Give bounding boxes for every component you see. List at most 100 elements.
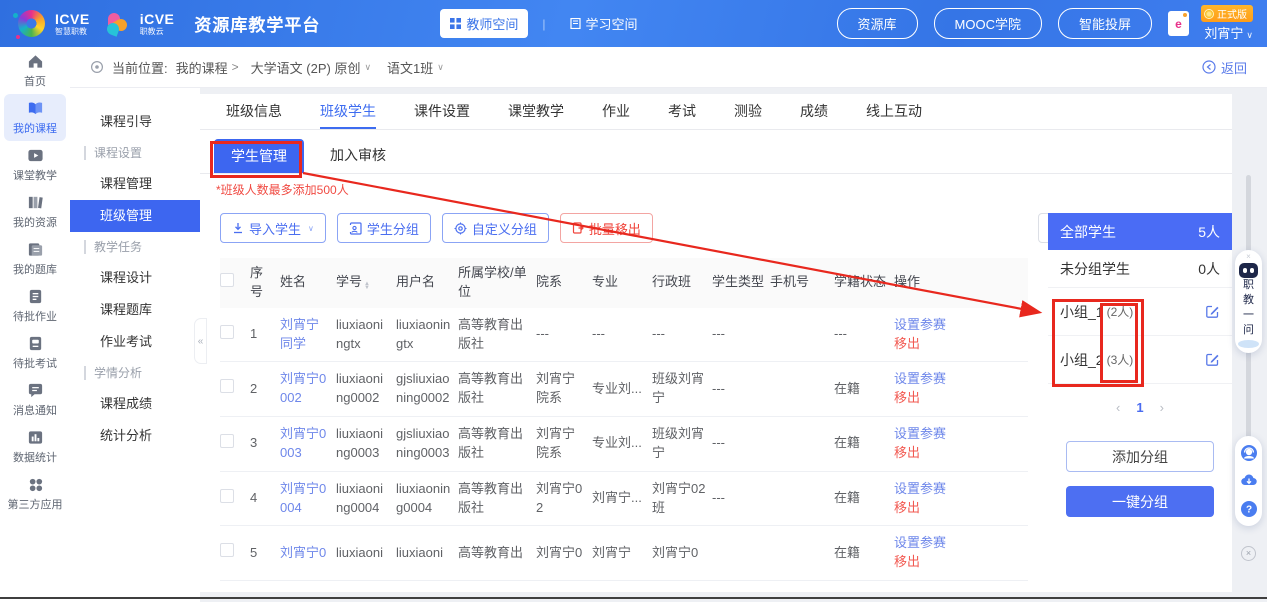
student-name-link[interactable]: 刘宵宁0003 (280, 417, 336, 471)
tab-quiz[interactable]: 测验 (734, 94, 762, 129)
subtab-join-audit[interactable]: 加入审核 (330, 145, 386, 173)
chevron-down-icon[interactable]: ∨ (437, 62, 444, 73)
set-contest-link[interactable]: 设置参赛 (894, 534, 952, 553)
menu-item-homework-exam[interactable]: 作业考试 (70, 326, 200, 358)
remove-link[interactable]: 移出 (894, 335, 952, 354)
remove-link[interactable]: 移出 (894, 553, 952, 572)
col-no: 序号 (250, 258, 280, 308)
mooc-college-button[interactable]: MOOC学院 (934, 8, 1042, 39)
sidebar-item-my-resources[interactable]: 我的资源 (4, 188, 66, 235)
group-row[interactable]: 小组_1 (2人) (1048, 288, 1232, 336)
tab-homework[interactable]: 作业 (602, 94, 630, 129)
row-checkbox[interactable] (220, 434, 234, 448)
subtab-student-manage[interactable]: 学生管理 (214, 139, 304, 173)
download-icon (232, 222, 244, 234)
assistant-widget[interactable]: × 职 教 一 问 (1235, 250, 1262, 353)
customer-support-icon[interactable] (1240, 444, 1258, 462)
table-row: 2 刘宵宁0002 liuxiaoning0002 gjsliuxiaoning… (220, 362, 1028, 417)
remove-link[interactable]: 移出 (894, 389, 952, 408)
row-checkbox[interactable] (220, 489, 234, 503)
library-icon (27, 194, 44, 211)
set-contest-link[interactable]: 设置参赛 (894, 316, 952, 335)
cloud-download-icon[interactable] (1240, 472, 1258, 490)
custom-grouping-button[interactable]: 自定义分组 (442, 213, 549, 243)
col-department: 院系 (536, 267, 592, 298)
remove-link[interactable]: 移出 (894, 499, 952, 518)
prev-page-button[interactable]: ‹ (1116, 400, 1120, 415)
col-student-id[interactable]: 学号▲▼ (336, 267, 396, 298)
row-checkbox[interactable] (220, 325, 234, 339)
sidebar-item-data-statistics[interactable]: 数据统计 (4, 423, 66, 470)
sidebar-item-pending-homework[interactable]: 待批作业 (4, 282, 66, 329)
breadcrumb-item-course[interactable]: 大学语文 (2P) 原创 (251, 58, 361, 77)
chevron-down-icon[interactable]: ∨ (364, 62, 371, 73)
sidebar-item-third-party-apps[interactable]: 第三方应用 (4, 470, 66, 517)
batch-remove-button[interactable]: 批量移出 (560, 213, 653, 243)
edit-group-icon[interactable] (1205, 352, 1220, 367)
student-grouping-button[interactable]: 学生分组 (337, 213, 431, 243)
set-contest-link[interactable]: 设置参赛 (894, 370, 952, 389)
auto-group-button[interactable]: 一键分组 (1066, 486, 1214, 517)
all-students-row[interactable]: 全部学生 5人 (1048, 213, 1232, 250)
tab-exam[interactable]: 考试 (668, 94, 696, 129)
tab-online-interaction[interactable]: 线上互动 (866, 94, 922, 129)
remove-link[interactable]: 移出 (894, 444, 952, 463)
sidebar-collapse-handle[interactable]: « (194, 318, 207, 364)
sidebar-item-pending-exams[interactable]: 待批考试 (4, 329, 66, 376)
learn-space-button[interactable]: 学习空间 (560, 9, 648, 38)
close-float-button[interactable]: × (1241, 546, 1256, 561)
help-icon[interactable]: ? (1240, 500, 1258, 518)
next-page-button[interactable]: › (1160, 400, 1164, 415)
student-name-link[interactable]: 刘宵宁0 (280, 536, 336, 571)
table-header-row: 序号 姓名 学号▲▼ 用户名 所属学校/单位 院系 专业 行政班 学生类型 手机… (220, 258, 1028, 308)
separator: | (542, 17, 545, 31)
import-students-button[interactable]: 导入学生 ∨ (220, 213, 326, 243)
page-number[interactable]: 1 (1136, 400, 1143, 415)
menu-item-class-manage[interactable]: 班级管理 (70, 200, 200, 232)
class-tabs: 班级信息 班级学生 课件设置 课堂教学 作业 考试 测验 成绩 线上互动 (200, 94, 1232, 130)
resource-lib-button[interactable]: 资源库 (837, 8, 918, 39)
add-group-button[interactable]: 添加分组 (1066, 441, 1214, 472)
tab-class-info[interactable]: 班级信息 (226, 94, 282, 129)
menu-item-course-manage[interactable]: 课程管理 (70, 168, 200, 200)
tab-courseware-settings[interactable]: 课件设置 (414, 94, 470, 129)
sidebar-item-home[interactable]: 首页 (4, 47, 66, 94)
breadcrumb-item-class[interactable]: 语文1班 (387, 58, 433, 77)
teacher-space-button[interactable]: 教师空间 (440, 9, 528, 38)
tab-class-students[interactable]: 班级学生 (320, 94, 376, 129)
menu-item-course-score[interactable]: 课程成绩 (70, 388, 200, 420)
sidebar-item-question-bank[interactable]: 我的题库 (4, 235, 66, 282)
student-name-link[interactable]: 刘宵宁同学 (280, 308, 336, 362)
sidebar-item-notifications[interactable]: 消息通知 (4, 376, 66, 423)
assistant-close-icon[interactable]: × (1246, 253, 1251, 261)
student-name-link[interactable]: 刘宵宁0004 (280, 472, 336, 526)
table-row: 5 刘宵宁0 liuxiaoni liuxiaoni 高等教育出 刘宵宁0 刘宵… (220, 526, 1028, 581)
sort-icon[interactable]: ▲▼ (364, 282, 370, 290)
row-checkbox[interactable] (220, 379, 234, 393)
select-all-checkbox[interactable] (220, 273, 234, 287)
student-name-link[interactable]: 刘宵宁0002 (280, 362, 336, 416)
smart-cast-button[interactable]: 智能投屏 (1058, 8, 1152, 39)
sidebar-item-classroom-teaching[interactable]: 课堂教学 (4, 141, 66, 188)
tab-grades[interactable]: 成绩 (800, 94, 828, 129)
open-book-icon (27, 100, 44, 117)
menu-item-statistics[interactable]: 统计分析 (70, 420, 200, 452)
menu-item-course-bank[interactable]: 课程题库 (70, 294, 200, 326)
tab-classroom-teaching[interactable]: 课堂教学 (508, 94, 564, 129)
sidebar-item-my-courses[interactable]: 我的课程 (4, 94, 66, 141)
back-button[interactable]: 返回 (1202, 58, 1247, 77)
group-row[interactable]: 小组_2 (3人) (1048, 336, 1232, 384)
user-menu[interactable]: 刘宵宁∨ (1204, 23, 1253, 42)
cloud-icon (1238, 340, 1259, 348)
set-contest-link[interactable]: 设置参赛 (894, 480, 952, 499)
breadcrumb-location-label: 当前位置: (112, 58, 168, 77)
ungrouped-students-row[interactable]: 未分组学生 0人 (1048, 250, 1232, 288)
row-checkbox[interactable] (220, 543, 234, 557)
set-contest-link[interactable]: 设置参赛 (894, 425, 952, 444)
icve-doc-icon[interactable]: e (1168, 11, 1189, 36)
breadcrumb-item-my-courses[interactable]: 我的课程 (176, 58, 228, 77)
edit-group-icon[interactable] (1205, 304, 1220, 319)
menu-item-course-design[interactable]: 课程设计 (70, 262, 200, 294)
app-header: ICVE智慧职教 iCVE职教云 资源库教学平台 教师空间 | 学习空间 资源库… (0, 0, 1267, 47)
menu-item-course-guide[interactable]: 课程引导 (70, 106, 200, 138)
